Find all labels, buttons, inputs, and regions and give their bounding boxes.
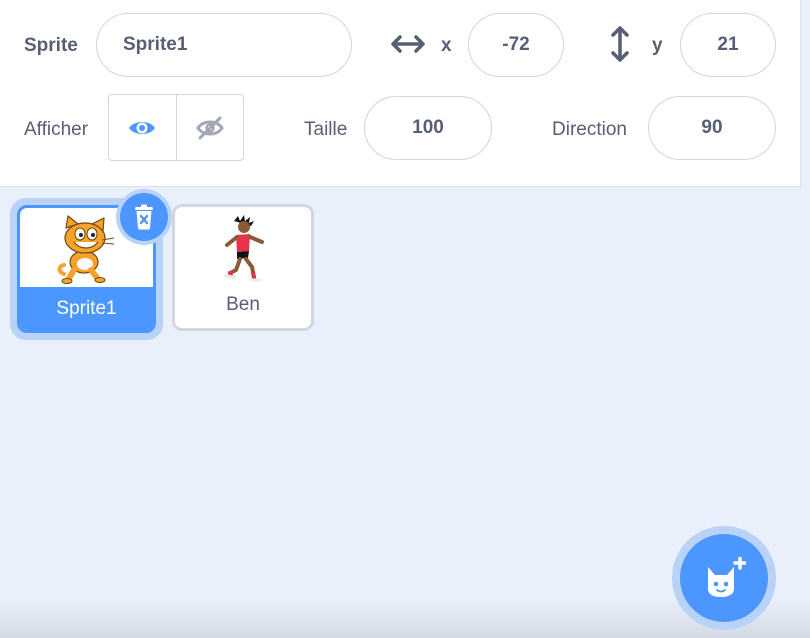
vertical-arrows-icon (609, 25, 631, 63)
sprite-name-label: Ben (226, 294, 260, 315)
size-label: Taille (304, 119, 348, 140)
eye-icon (129, 121, 156, 134)
sprite-label: Sprite (24, 35, 78, 56)
trash-icon (135, 204, 153, 230)
y-label: y (652, 35, 663, 56)
ben-runner-sprite-icon (224, 215, 264, 282)
show-sprite-button[interactable] (109, 95, 176, 160)
direction-input[interactable]: 90 (648, 96, 776, 160)
show-label: Afficher (24, 119, 89, 140)
sprite-name-label: Sprite1 (20, 287, 153, 330)
direction-label: Direction (552, 119, 627, 140)
cat-sprite-icon (57, 215, 114, 284)
visibility-toggle (108, 94, 244, 161)
sprite-thumbnail (175, 207, 311, 291)
x-input[interactable]: -72 (468, 13, 564, 77)
choose-sprite-icon (708, 557, 746, 597)
x-label: x (441, 35, 452, 56)
choose-sprite-button[interactable] (672, 526, 776, 630)
sprite-name-input[interactable]: Sprite1 (96, 13, 352, 77)
hide-sprite-button[interactable] (175, 95, 244, 160)
delete-sprite-button[interactable] (116, 189, 172, 245)
sprite-info-panel: Sprite Sprite1 x -72 y 21 Afficher Taill… (0, 0, 801, 187)
size-input[interactable]: 100 (364, 96, 492, 160)
sprite-tile-ben[interactable]: Ben (172, 204, 314, 331)
y-input[interactable]: 21 (680, 13, 776, 77)
horizontal-arrows-icon (390, 33, 426, 55)
eye-slash-icon (195, 116, 224, 139)
